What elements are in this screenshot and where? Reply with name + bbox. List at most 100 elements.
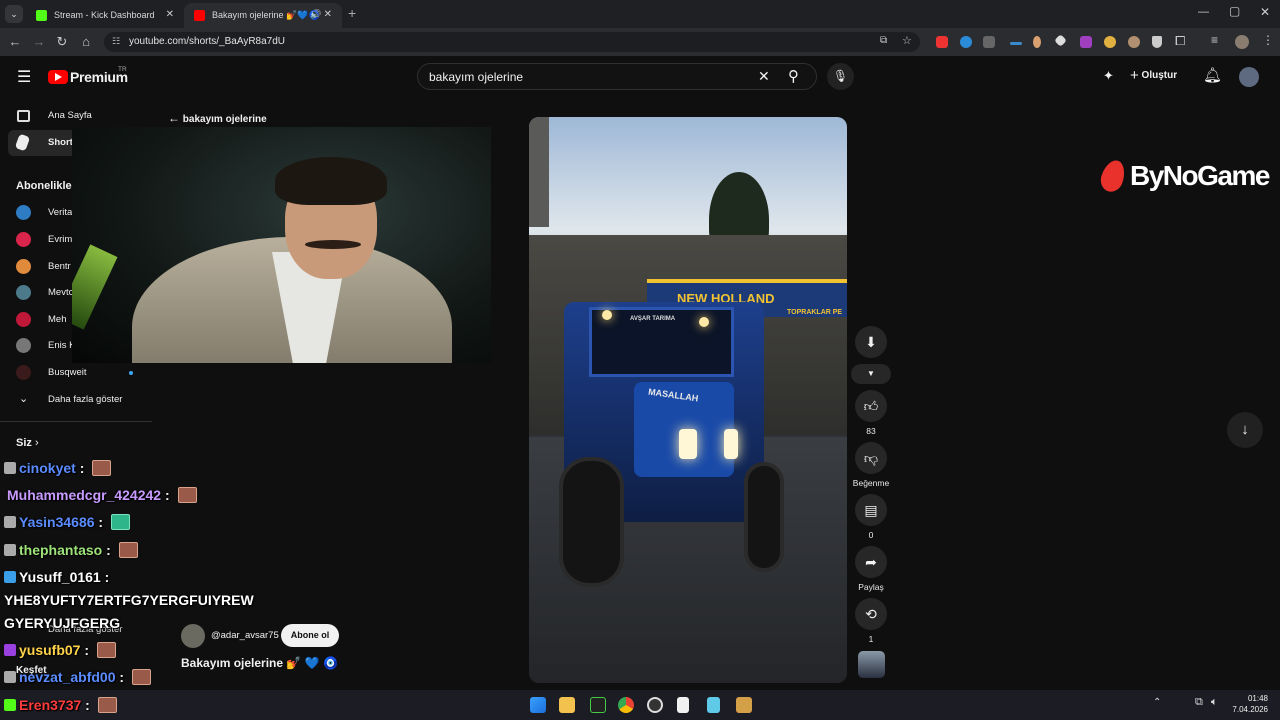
shorts-back-link[interactable]: ← bakayım ojelerine <box>168 111 267 125</box>
profile-avatar[interactable] <box>1235 35 1249 49</box>
shield-icon[interactable] <box>1152 36 1162 48</box>
start-icon[interactable] <box>530 697 546 713</box>
channel-avatar[interactable] <box>181 624 205 648</box>
chat-emote <box>110 514 130 530</box>
channel-name: Verita <box>48 207 73 218</box>
chat-text: GYERYUJFGERG <box>4 615 121 631</box>
account-avatar[interactable] <box>1239 67 1259 87</box>
terminal-icon[interactable] <box>590 697 606 713</box>
next-video-button[interactable]: ↓ <box>1227 412 1263 448</box>
obs-icon[interactable] <box>647 697 663 713</box>
create-icon[interactable]: ✦ <box>1103 68 1114 84</box>
close-icon[interactable]: ✕ <box>166 9 174 20</box>
new-tab-icon[interactable]: + <box>348 5 356 21</box>
chrome-icon[interactable] <box>618 697 634 713</box>
channel-avatar <box>16 259 31 274</box>
comments-button[interactable]: ▤ <box>855 494 887 526</box>
document-icon[interactable] <box>677 697 689 713</box>
tab-kick-dashboard[interactable]: Stream - Kick Dashboard ✕ <box>26 3 184 28</box>
extension-icon[interactable] <box>983 36 995 48</box>
sidebar-channel[interactable]: Busqweit <box>0 360 152 386</box>
extension-icon[interactable] <box>1104 36 1116 48</box>
chat-text: : <box>94 514 107 530</box>
shorts-video-player[interactable]: NEW HOLLAND TOPRAKLAR PE AVŞAR TARIMA MA… <box>529 117 847 683</box>
adblock-extension-icon[interactable] <box>936 36 948 48</box>
chat-message: GYERYUJFGERG <box>4 615 120 631</box>
create-button[interactable]: + Oluştur <box>1130 67 1177 84</box>
remix-button[interactable]: ⟲ <box>855 598 887 630</box>
chat-username: cinokyet <box>19 460 76 476</box>
caret-down-icon: ▼ <box>867 369 875 378</box>
notifications-bell-icon[interactable]: 🔔︎ <box>1203 66 1222 84</box>
extension-icon[interactable] <box>1054 34 1067 47</box>
share-button[interactable]: ➦ <box>855 546 887 578</box>
chat-emote <box>118 542 138 558</box>
extension-icon[interactable] <box>960 36 972 48</box>
url-field[interactable]: ☷ youtube.com/shorts/_BaAyR8a7dU ⧉ ☆ <box>104 32 920 52</box>
dislike-button[interactable]: 👎︎ <box>855 442 887 474</box>
app-icon[interactable] <box>736 697 752 713</box>
download-button[interactable]: ⬇ <box>855 326 887 358</box>
arrow-left-icon: ← <box>168 111 180 125</box>
forward-icon[interactable]: → <box>31 34 47 49</box>
search-icon[interactable]: ⚲ <box>788 67 799 85</box>
audio-icon[interactable]: 🔊 <box>310 9 321 20</box>
search-box[interactable]: bakayım ojelerine ✕ ⚲ <box>417 63 817 90</box>
minimize-icon[interactable]: — <box>1198 6 1209 18</box>
voice-search-button[interactable]: 🎙︎ <box>827 63 854 90</box>
share-icon: ➦ <box>865 554 877 570</box>
more-options-button[interactable]: ▼ <box>851 364 891 384</box>
channel-handle[interactable]: @adar_avsar75 <box>211 630 279 641</box>
clear-search-icon[interactable]: ✕ <box>758 68 770 85</box>
youtube-logo[interactable]: Premium TR <box>48 66 143 87</box>
subscribe-button[interactable]: Abone ol <box>281 624 339 647</box>
file-explorer-icon[interactable] <box>559 697 575 713</box>
back-icon[interactable]: ← <box>7 34 23 49</box>
reading-list-icon[interactable]: ≡ <box>1211 33 1218 47</box>
tab-search-button[interactable]: ⌄ <box>5 5 23 23</box>
tab-youtube-short[interactable]: Bakayım ojelerine 💅💙🧿 🔊 ✕ <box>184 3 342 28</box>
cast-icon[interactable]: ⧉ <box>880 35 887 46</box>
hamburger-menu-icon[interactable]: ☰ <box>17 67 31 87</box>
close-icon[interactable]: ✕ <box>324 9 332 20</box>
chat-text: : <box>80 642 93 658</box>
you-section-heading[interactable]: Siz › <box>16 437 39 449</box>
sidebar-item-home[interactable]: Ana Sayfa <box>0 103 152 129</box>
shorts-icon <box>14 133 31 152</box>
volume-icon[interactable]: 🔈︎ <box>1211 696 1218 709</box>
like-button[interactable]: 👍︎ <box>855 390 887 422</box>
extension-icon[interactable] <box>1128 36 1140 48</box>
create-label: Oluştur <box>1141 70 1178 81</box>
extension-icon[interactable] <box>1010 42 1022 45</box>
sidebar-item-shorts[interactable]: Shorts <box>8 130 78 156</box>
chat-username: thephantaso <box>19 542 103 558</box>
chat-emote <box>131 669 151 685</box>
taskbar-clock[interactable]: 01:48 7.04.2026 <box>1228 693 1268 715</box>
site-info-icon[interactable]: ☷ <box>112 36 120 47</box>
chat-message: Eren3737 : <box>4 697 117 713</box>
network-icon[interactable]: ⧉ <box>1195 696 1203 709</box>
browser-menu-icon[interactable]: ⋮ <box>1262 33 1274 47</box>
chat-text: : <box>102 542 115 558</box>
close-window-icon[interactable]: ✕ <box>1260 5 1270 19</box>
chat-username: Muhammedcgr_424242 <box>7 487 162 503</box>
extension-icon[interactable] <box>1080 36 1092 48</box>
sidebar-show-more[interactable]: ⌄ Daha fazla göster <box>0 387 152 413</box>
chat-message: cinokyet : <box>4 460 112 476</box>
chat-text: : <box>100 569 110 585</box>
search-input[interactable]: bakayım ojelerine <box>429 70 523 84</box>
restore-icon[interactable]: ▢ <box>1229 4 1240 18</box>
video-title[interactable]: Bakayım ojelerine 💅 💙 🧿 <box>181 656 338 670</box>
chevron-down-icon: ⌄ <box>19 393 29 405</box>
tray-overflow-icon[interactable]: ⌃ <box>1153 697 1161 708</box>
comment-icon: ▤ <box>864 502 878 518</box>
reload-icon[interactable]: ↻ <box>54 34 70 50</box>
sound-thumbnail[interactable] <box>858 651 885 678</box>
dislike-label: Beğenme <box>852 478 890 488</box>
extension-icon[interactable] <box>1033 36 1041 48</box>
home-icon[interactable]: ⌂ <box>78 34 94 49</box>
subscriptions-heading[interactable]: Abonelikler <box>16 180 76 192</box>
bookmark-star-icon[interactable]: ☆ <box>902 34 912 47</box>
notepad-icon[interactable] <box>707 697 720 713</box>
extensions-puzzle-icon[interactable]: ⧠ <box>1175 33 1185 49</box>
